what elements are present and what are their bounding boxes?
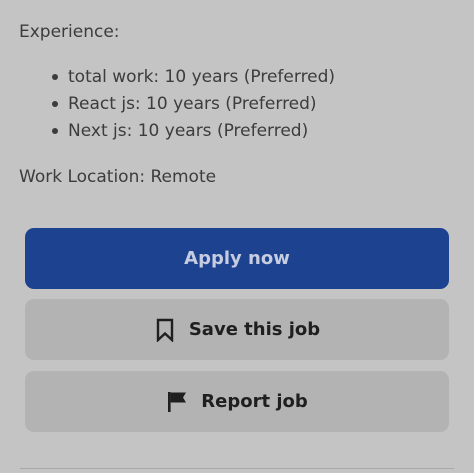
work-location: Work Location: Remote [19, 167, 217, 187]
save-job-button[interactable]: Save this job [25, 299, 449, 360]
divider [20, 468, 454, 469]
experience-item-label: React js: 10 years (Preferred) [68, 94, 317, 114]
list-item: React js: 10 years (Preferred) [0, 92, 335, 119]
report-job-label: Report job [201, 391, 308, 412]
apply-now-label: Apply now [184, 248, 290, 269]
job-details-panel: Experience: total work: 10 years (Prefer… [0, 0, 474, 473]
bullet-icon [52, 74, 58, 80]
list-item: total work: 10 years (Preferred) [0, 65, 335, 92]
bookmark-icon [154, 318, 176, 342]
experience-heading: Experience: [19, 22, 120, 42]
bullet-icon [52, 101, 58, 107]
list-item: Next js: 10 years (Preferred) [0, 119, 335, 146]
save-job-label: Save this job [188, 319, 321, 340]
experience-item-label: total work: 10 years (Preferred) [68, 67, 336, 87]
flag-icon [166, 390, 188, 414]
experience-list: total work: 10 years (Preferred) React j… [0, 65, 335, 146]
apply-now-button[interactable]: Apply now [25, 228, 449, 289]
report-job-button[interactable]: Report job [25, 371, 449, 432]
experience-item-label: Next js: 10 years (Preferred) [68, 121, 309, 141]
bullet-icon [52, 128, 58, 134]
